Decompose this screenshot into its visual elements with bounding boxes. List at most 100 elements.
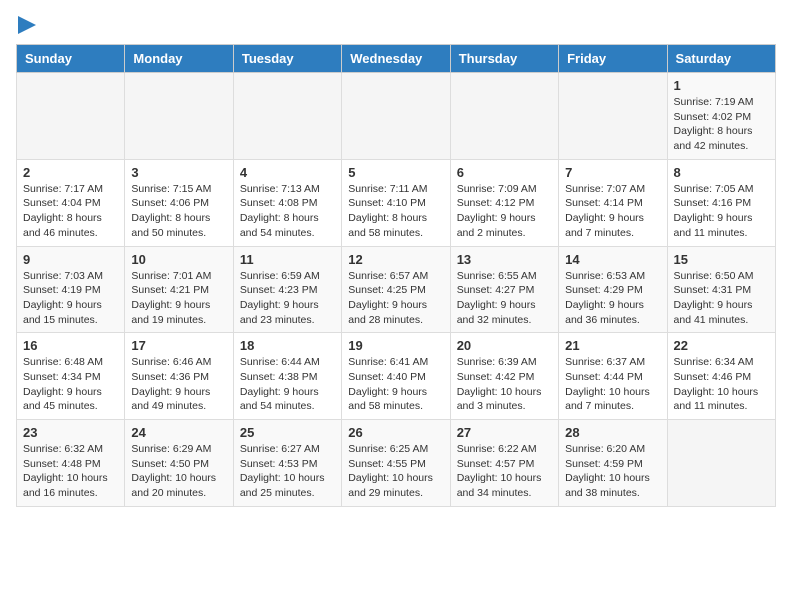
day-info: Sunrise: 7:01 AM Sunset: 4:21 PM Dayligh…	[131, 269, 226, 328]
calendar-cell: 24 Sunrise: 6:29 AM Sunset: 4:50 PM Dayli…	[125, 420, 233, 507]
calendar-cell: 17 Sunrise: 6:46 AM Sunset: 4:36 PM Dayli…	[125, 333, 233, 420]
day-info: Sunrise: 7:17 AM Sunset: 4:04 PM Dayligh…	[23, 182, 118, 241]
logo	[16, 16, 36, 34]
day-number: 12	[348, 252, 443, 267]
calendar-week-2: 9 Sunrise: 7:03 AM Sunset: 4:19 PM Daylig…	[17, 246, 776, 333]
calendar-week-0: 1 Sunrise: 7:19 AM Sunset: 4:02 PM Daylig…	[17, 73, 776, 160]
calendar-cell	[233, 73, 341, 160]
calendar-cell	[125, 73, 233, 160]
day-number: 21	[565, 338, 660, 353]
day-info: Sunrise: 6:50 AM Sunset: 4:31 PM Dayligh…	[674, 269, 769, 328]
logo-icon	[18, 16, 36, 34]
calendar-table: SundayMondayTuesdayWednesdayThursdayFrid…	[16, 44, 776, 507]
day-number: 8	[674, 165, 769, 180]
calendar-cell: 28 Sunrise: 6:20 AM Sunset: 4:59 PM Dayli…	[559, 420, 667, 507]
day-info: Sunrise: 6:57 AM Sunset: 4:25 PM Dayligh…	[348, 269, 443, 328]
calendar-cell: 23Sunrise: 6:32 AM Sunset: 4:48 PM Dayli…	[17, 420, 125, 507]
day-number: 27	[457, 425, 552, 440]
calendar-cell: 15 Sunrise: 6:50 AM Sunset: 4:31 PM Dayli…	[667, 246, 775, 333]
day-number: 1	[674, 78, 769, 93]
calendar-cell: 1 Sunrise: 7:19 AM Sunset: 4:02 PM Daylig…	[667, 73, 775, 160]
day-info: Sunrise: 6:55 AM Sunset: 4:27 PM Dayligh…	[457, 269, 552, 328]
day-info: Sunrise: 7:19 AM Sunset: 4:02 PM Dayligh…	[674, 95, 769, 154]
day-number: 7	[565, 165, 660, 180]
day-number: 28	[565, 425, 660, 440]
calendar-cell	[667, 420, 775, 507]
calendar-cell: 7 Sunrise: 7:07 AM Sunset: 4:14 PM Daylig…	[559, 159, 667, 246]
calendar-cell: 20 Sunrise: 6:39 AM Sunset: 4:42 PM Dayli…	[450, 333, 558, 420]
calendar-header-saturday: Saturday	[667, 45, 775, 73]
calendar-week-4: 23Sunrise: 6:32 AM Sunset: 4:48 PM Dayli…	[17, 420, 776, 507]
day-number: 17	[131, 338, 226, 353]
calendar-week-1: 2 Sunrise: 7:17 AM Sunset: 4:04 PM Daylig…	[17, 159, 776, 246]
calendar-cell: 6 Sunrise: 7:09 AM Sunset: 4:12 PM Daylig…	[450, 159, 558, 246]
day-info: Sunrise: 7:03 AM Sunset: 4:19 PM Dayligh…	[23, 269, 118, 328]
calendar-cell: 9 Sunrise: 7:03 AM Sunset: 4:19 PM Daylig…	[17, 246, 125, 333]
day-info: Sunrise: 6:34 AM Sunset: 4:46 PM Dayligh…	[674, 355, 769, 414]
calendar-cell: 21 Sunrise: 6:37 AM Sunset: 4:44 PM Dayli…	[559, 333, 667, 420]
calendar-cell: 12 Sunrise: 6:57 AM Sunset: 4:25 PM Dayli…	[342, 246, 450, 333]
day-number: 18	[240, 338, 335, 353]
calendar-cell: 5 Sunrise: 7:11 AM Sunset: 4:10 PM Daylig…	[342, 159, 450, 246]
day-info: Sunrise: 7:07 AM Sunset: 4:14 PM Dayligh…	[565, 182, 660, 241]
page-header	[16, 16, 776, 34]
day-info: Sunrise: 6:37 AM Sunset: 4:44 PM Dayligh…	[565, 355, 660, 414]
calendar-cell: 16Sunrise: 6:48 AM Sunset: 4:34 PM Dayli…	[17, 333, 125, 420]
day-info: Sunrise: 7:13 AM Sunset: 4:08 PM Dayligh…	[240, 182, 335, 241]
calendar-cell: 11 Sunrise: 6:59 AM Sunset: 4:23 PM Dayli…	[233, 246, 341, 333]
calendar-cell: 18 Sunrise: 6:44 AM Sunset: 4:38 PM Dayli…	[233, 333, 341, 420]
calendar-cell: 2 Sunrise: 7:17 AM Sunset: 4:04 PM Daylig…	[17, 159, 125, 246]
calendar-header-thursday: Thursday	[450, 45, 558, 73]
calendar-header-monday: Monday	[125, 45, 233, 73]
day-number: 15	[674, 252, 769, 267]
day-info: Sunrise: 6:39 AM Sunset: 4:42 PM Dayligh…	[457, 355, 552, 414]
day-info: Sunrise: 7:09 AM Sunset: 4:12 PM Dayligh…	[457, 182, 552, 241]
calendar-cell: 3Sunrise: 7:15 AM Sunset: 4:06 PM Daylig…	[125, 159, 233, 246]
calendar-cell	[450, 73, 558, 160]
calendar-cell	[342, 73, 450, 160]
day-number: 26	[348, 425, 443, 440]
calendar-header-tuesday: Tuesday	[233, 45, 341, 73]
day-number: 20	[457, 338, 552, 353]
day-info: Sunrise: 6:46 AM Sunset: 4:36 PM Dayligh…	[131, 355, 226, 414]
calendar-header-sunday: Sunday	[17, 45, 125, 73]
day-number: 19	[348, 338, 443, 353]
calendar-week-3: 16Sunrise: 6:48 AM Sunset: 4:34 PM Dayli…	[17, 333, 776, 420]
day-info: Sunrise: 7:11 AM Sunset: 4:10 PM Dayligh…	[348, 182, 443, 241]
day-info: Sunrise: 6:32 AM Sunset: 4:48 PM Dayligh…	[23, 442, 118, 501]
calendar-cell	[17, 73, 125, 160]
calendar-cell: 19Sunrise: 6:41 AM Sunset: 4:40 PM Dayli…	[342, 333, 450, 420]
day-info: Sunrise: 7:05 AM Sunset: 4:16 PM Dayligh…	[674, 182, 769, 241]
day-info: Sunrise: 6:53 AM Sunset: 4:29 PM Dayligh…	[565, 269, 660, 328]
calendar-header-row: SundayMondayTuesdayWednesdayThursdayFrid…	[17, 45, 776, 73]
day-info: Sunrise: 6:25 AM Sunset: 4:55 PM Dayligh…	[348, 442, 443, 501]
day-number: 6	[457, 165, 552, 180]
day-number: 11	[240, 252, 335, 267]
day-info: Sunrise: 6:20 AM Sunset: 4:59 PM Dayligh…	[565, 442, 660, 501]
day-number: 24	[131, 425, 226, 440]
day-number: 14	[565, 252, 660, 267]
calendar-cell: 13 Sunrise: 6:55 AM Sunset: 4:27 PM Dayli…	[450, 246, 558, 333]
calendar-header-friday: Friday	[559, 45, 667, 73]
day-info: Sunrise: 6:22 AM Sunset: 4:57 PM Dayligh…	[457, 442, 552, 501]
day-info: Sunrise: 6:59 AM Sunset: 4:23 PM Dayligh…	[240, 269, 335, 328]
day-number: 16	[23, 338, 118, 353]
day-number: 9	[23, 252, 118, 267]
day-info: Sunrise: 6:27 AM Sunset: 4:53 PM Dayligh…	[240, 442, 335, 501]
day-info: Sunrise: 6:29 AM Sunset: 4:50 PM Dayligh…	[131, 442, 226, 501]
calendar-cell: 26 Sunrise: 6:25 AM Sunset: 4:55 PM Dayli…	[342, 420, 450, 507]
day-number: 22	[674, 338, 769, 353]
day-info: Sunrise: 6:44 AM Sunset: 4:38 PM Dayligh…	[240, 355, 335, 414]
calendar-header-wednesday: Wednesday	[342, 45, 450, 73]
calendar-cell: 27 Sunrise: 6:22 AM Sunset: 4:57 PM Dayli…	[450, 420, 558, 507]
calendar-cell: 14 Sunrise: 6:53 AM Sunset: 4:29 PM Dayli…	[559, 246, 667, 333]
day-number: 4	[240, 165, 335, 180]
day-number: 25	[240, 425, 335, 440]
calendar-cell: 4 Sunrise: 7:13 AM Sunset: 4:08 PM Daylig…	[233, 159, 341, 246]
day-number: 5	[348, 165, 443, 180]
day-number: 2	[23, 165, 118, 180]
calendar-cell: 8 Sunrise: 7:05 AM Sunset: 4:16 PM Daylig…	[667, 159, 775, 246]
day-info: Sunrise: 7:15 AM Sunset: 4:06 PM Dayligh…	[131, 182, 226, 241]
day-number: 13	[457, 252, 552, 267]
calendar-cell: 10Sunrise: 7:01 AM Sunset: 4:21 PM Dayli…	[125, 246, 233, 333]
